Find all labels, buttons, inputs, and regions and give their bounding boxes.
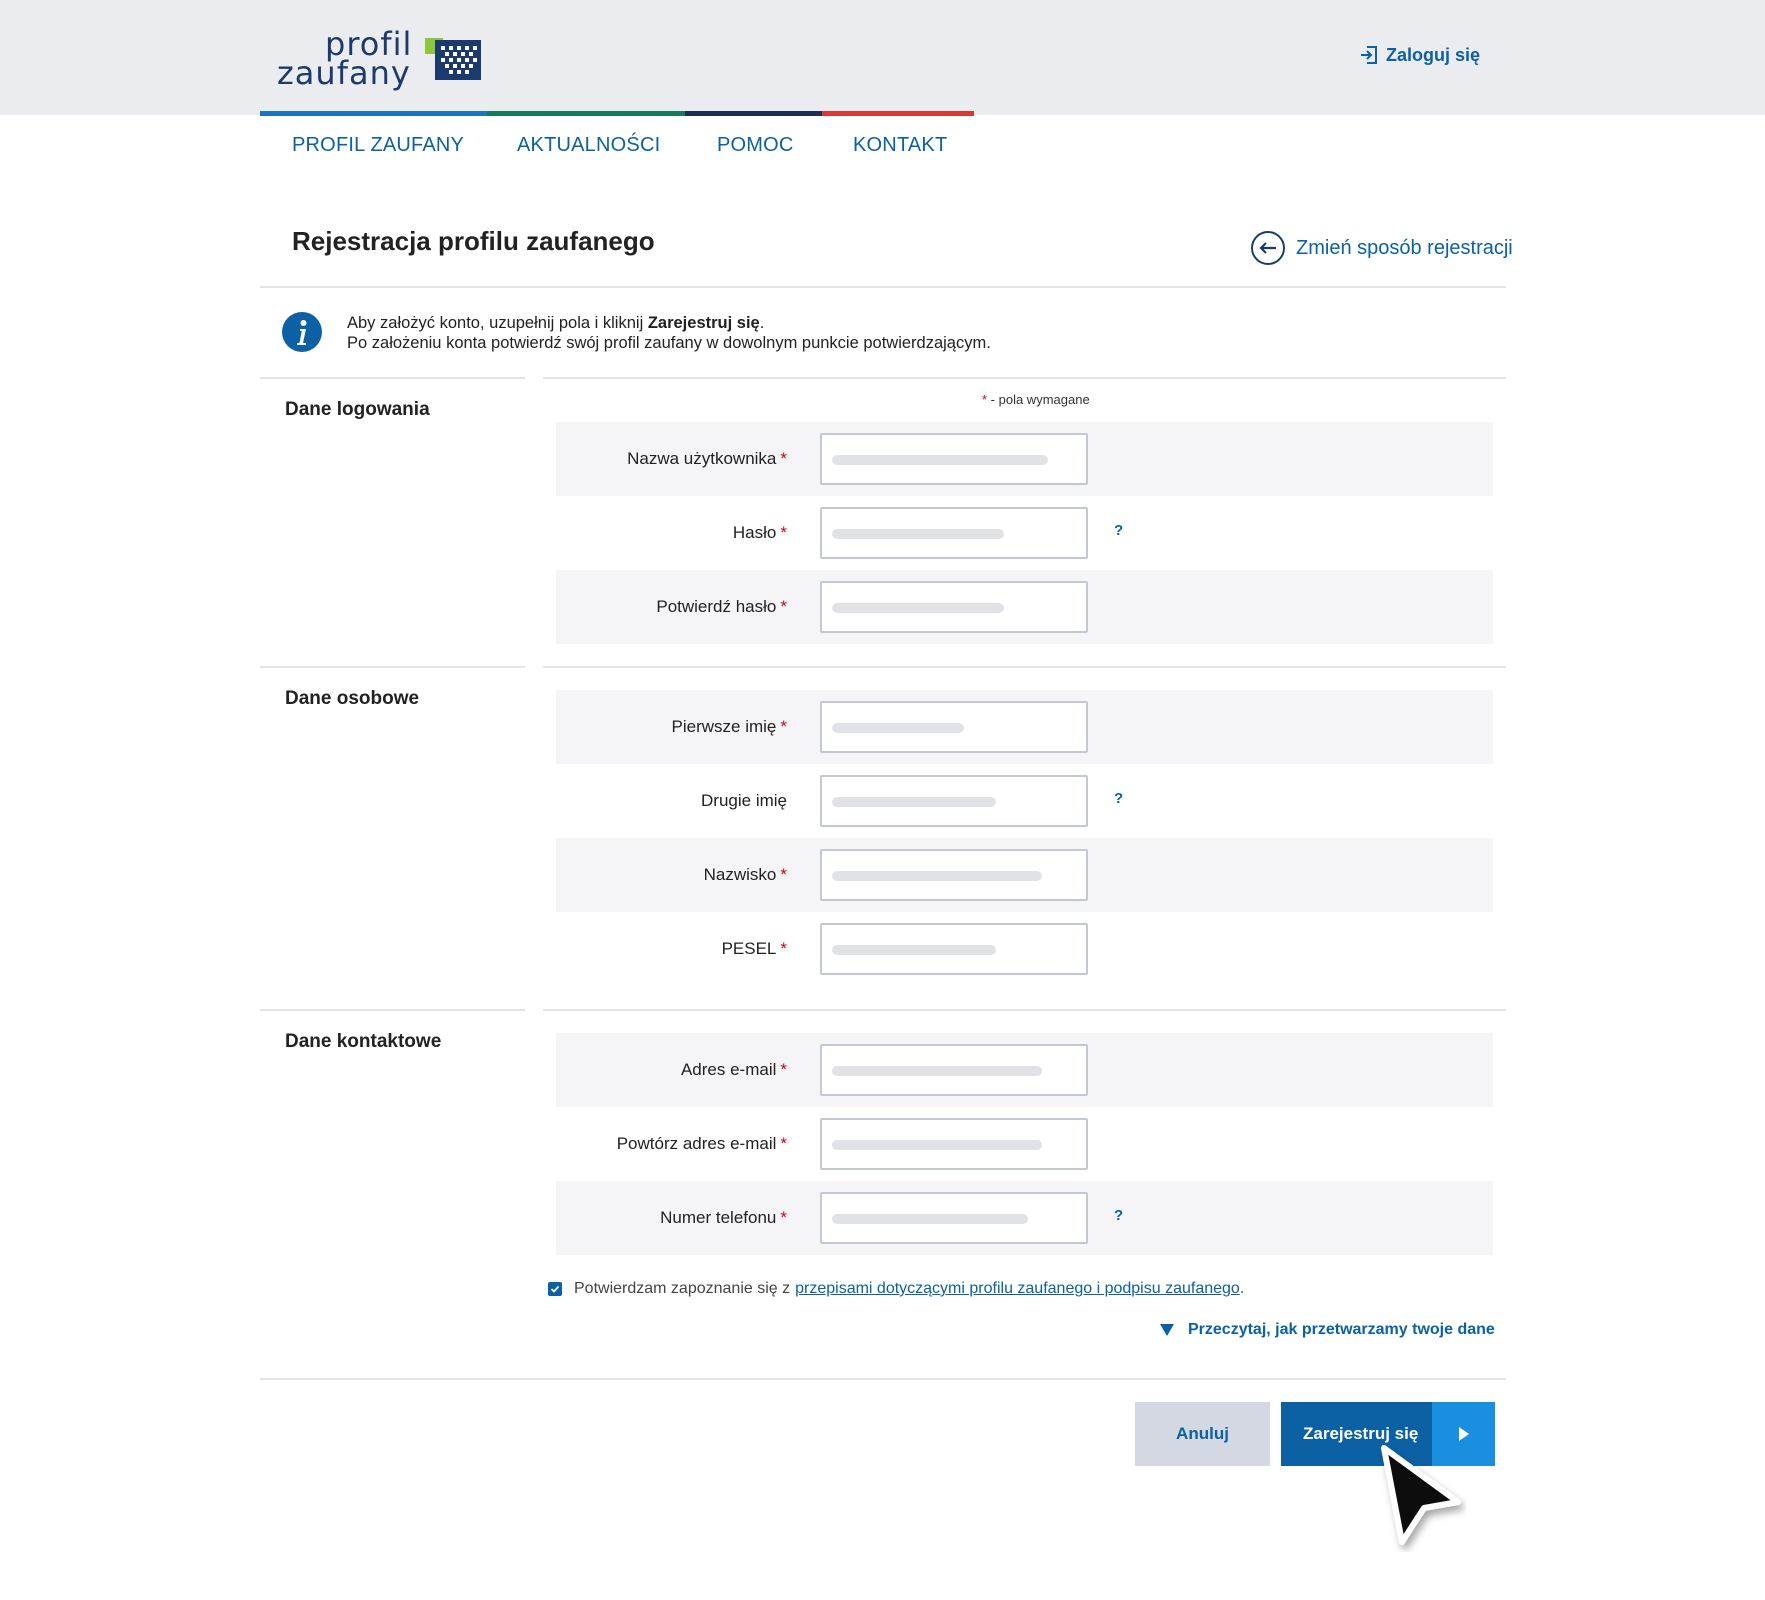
register-button-label: Zarejestruj się <box>1303 1424 1419 1443</box>
nav-item-kontakt[interactable]: KONTAKT <box>853 134 947 157</box>
login-icon <box>1361 46 1377 64</box>
input-value-placeholder <box>832 797 996 807</box>
form-row-username: Nazwa użytkownika * <box>556 422 1493 496</box>
divider-personal-left <box>260 1009 525 1011</box>
divider-login-right <box>543 666 1506 668</box>
field-label: Drugie imię <box>701 791 787 810</box>
divider-personal-right <box>543 1009 1506 1011</box>
first-name-input[interactable] <box>820 701 1088 753</box>
second-name-input[interactable] <box>820 775 1088 827</box>
info-line-1: Aby założyć konto, uzupełnij pola i klik… <box>347 314 765 332</box>
stripe-navy <box>685 111 822 116</box>
field-label: PESEL * <box>721 939 787 958</box>
logo-mark-icon <box>425 38 481 80</box>
stripe-green <box>487 111 685 116</box>
cancel-button[interactable]: Anuluj <box>1135 1402 1270 1466</box>
login-label: Zaloguj się <box>1386 44 1481 65</box>
nav-item-pomoc[interactable]: POMOC <box>717 134 794 157</box>
input-value-placeholder <box>832 603 1004 613</box>
stripe-red <box>822 111 974 116</box>
consent-regulations-link[interactable]: przepisami dotyczącymi profilu zaufanego… <box>795 1280 1240 1298</box>
field-label: Numer telefonu * <box>660 1208 787 1227</box>
form-row-phone: Numer telefonu * ? <box>556 1181 1493 1255</box>
required-legend: * - pola wymagane <box>982 392 1090 407</box>
divider-info-right <box>543 377 1506 379</box>
form-row-pesel: PESEL * <box>556 912 1493 986</box>
username-input[interactable] <box>820 433 1088 485</box>
input-value-placeholder <box>832 1140 1042 1150</box>
change-registration-method-link[interactable]: Zmień sposób rejestracji <box>1250 229 1513 267</box>
privacy-info-toggle[interactable]: Przeczytaj, jak przetwarzamy twoje dane <box>1160 1321 1495 1339</box>
section-title-personal: Dane osobowe <box>285 688 420 709</box>
privacy-info-label: Przeczytaj, jak przetwarzamy twoje dane <box>1188 1321 1495 1338</box>
form-row-second-name: Drugie imię ? <box>556 764 1493 838</box>
logo-word-zaufany: zaufany <box>277 54 411 92</box>
change-registration-method-label: Zmień sposób rejestracji <box>1296 236 1513 259</box>
field-label: Powtórz adres e-mail * <box>616 1134 787 1153</box>
back-arrow-circle-icon <box>1251 231 1285 265</box>
form-row-email: Adres e-mail * <box>556 1033 1493 1107</box>
divider-title <box>260 286 1506 288</box>
repeat-email-input[interactable] <box>820 1118 1088 1170</box>
field-label: Pierwsze imię * <box>671 717 787 736</box>
top-bar: profil zaufany Zaloguj się <box>0 0 1765 115</box>
divider-bottom <box>260 1378 1506 1380</box>
consent-checkbox[interactable] <box>548 1282 562 1296</box>
info-line-2: Po założeniu konta potwierdź swój profil… <box>347 334 991 352</box>
email-input[interactable] <box>820 1044 1088 1096</box>
field-label: Hasło * <box>732 523 787 542</box>
phone-input[interactable] <box>820 1192 1088 1244</box>
input-value-placeholder <box>832 723 964 733</box>
login-link[interactable]: Zaloguj się <box>1358 42 1480 68</box>
password-input[interactable] <box>820 507 1088 559</box>
form-row-first-name: Pierwsze imię * <box>556 690 1493 764</box>
password-help-icon[interactable]: ? <box>1114 522 1123 539</box>
info-message: Aby założyć konto, uzupełnij pola i klik… <box>347 313 991 353</box>
register-button[interactable]: Zarejestruj się <box>1281 1402 1495 1466</box>
divider-info-left <box>260 377 525 379</box>
check-icon <box>550 1285 560 1293</box>
info-icon <box>282 312 322 352</box>
consent-text: Potwierdzam zapoznanie się z <box>574 1280 791 1297</box>
field-label: Potwierdź hasło * <box>656 597 787 616</box>
stripe-blue <box>260 111 487 116</box>
profil-zaufany-logo[interactable]: profil zaufany <box>275 22 495 94</box>
confirm-password-input[interactable] <box>820 581 1088 633</box>
field-label: Nazwa użytkownika * <box>627 449 787 468</box>
form-row-password: Hasło * ? <box>556 496 1493 570</box>
form-row-confirm-password: Potwierdź hasło * <box>556 570 1493 644</box>
input-value-placeholder <box>832 945 996 955</box>
consent-end: . <box>1239 1280 1245 1297</box>
form-row-surname: Nazwisko * <box>556 838 1493 912</box>
play-arrow-icon <box>1432 1402 1495 1466</box>
info-bold-action: Zarejestruj się <box>647 314 760 332</box>
input-value-placeholder <box>832 1214 1028 1224</box>
input-value-placeholder <box>832 455 1048 465</box>
field-label: Adres e-mail * <box>680 1060 787 1079</box>
nav-item-profil-zaufany[interactable]: PROFIL ZAUFANY <box>292 134 464 157</box>
form-row-repeat-email: Powtórz adres e-mail * <box>556 1107 1493 1181</box>
page-title: Rejestracja profilu zaufanego <box>292 226 655 256</box>
consent-row: Potwierdzam zapoznanie się z przepisami … <box>548 1280 1244 1298</box>
section-title-login: Dane logowania <box>285 399 430 420</box>
surname-input[interactable] <box>820 849 1088 901</box>
input-value-placeholder <box>832 1066 1042 1076</box>
nav-item-aktualnosci[interactable]: AKTUALNOŚCI <box>517 134 660 157</box>
input-value-placeholder <box>832 529 1004 539</box>
pesel-input[interactable] <box>820 923 1088 975</box>
divider-login-left <box>260 666 525 668</box>
second-name-help-icon[interactable]: ? <box>1114 790 1123 807</box>
phone-help-icon[interactable]: ? <box>1114 1207 1123 1224</box>
input-value-placeholder <box>832 871 1042 881</box>
caret-down-icon <box>1160 1324 1174 1336</box>
field-label: Nazwisko * <box>703 865 787 884</box>
section-title-contact: Dane kontaktowe <box>285 1031 442 1052</box>
